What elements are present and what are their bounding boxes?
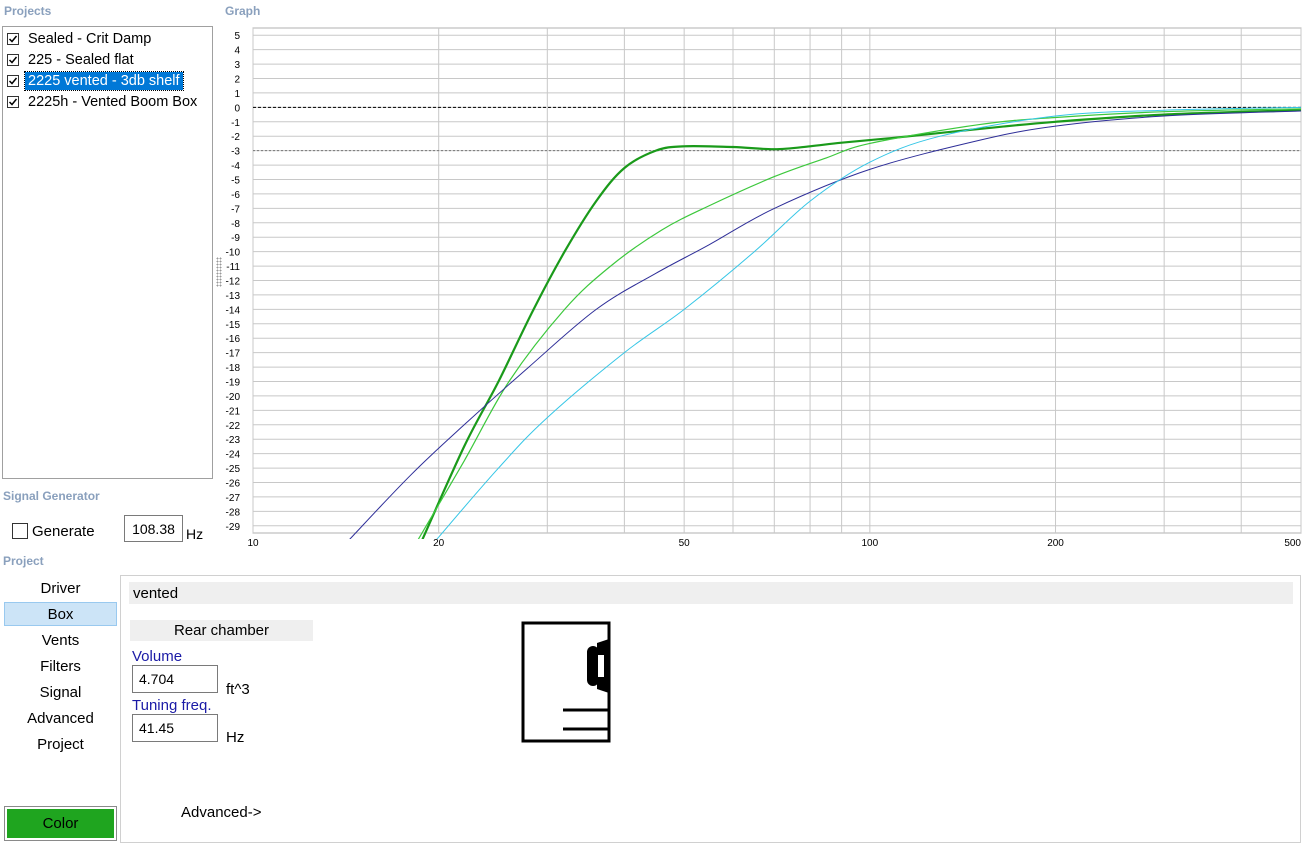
y-tick-label: 0 [234,103,240,114]
box-type-header: vented [129,582,1293,604]
project-label: 2225 vented - 3db shelf [24,71,184,91]
y-tick-label: 4 [234,46,240,57]
y-tick-label: -21 [226,406,241,417]
y-tick-label: 5 [234,31,240,42]
y-tick-label: 1 [234,89,240,100]
project-label: Sealed - Crit Damp [28,31,152,47]
y-tick-label: -10 [226,248,241,259]
y-tick-label: -27 [226,493,241,504]
y-tick-label: -22 [226,421,241,432]
y-tick-label: -2 [231,132,240,143]
project-item[interactable]: 2225h - Vented Boom Box [7,92,200,112]
signal-generator-section-title: Signal Generator [3,489,100,503]
nav-filters[interactable]: Filters [4,654,117,678]
y-tick-label: -15 [226,320,241,331]
y-tick-label: -29 [226,522,241,533]
volume-label: Volume [132,648,183,665]
y-tick-label: -24 [226,450,241,461]
y-tick-label: -4 [231,161,240,172]
frequency-input[interactable] [124,515,183,542]
nav-advanced[interactable]: Advanced [4,706,117,730]
project-checkbox[interactable] [7,54,19,66]
y-tick-label: -26 [226,479,241,490]
nav-box[interactable]: Box [4,602,117,626]
tuning-freq-input[interactable] [132,714,218,742]
projects-section-title: Projects [4,4,52,18]
project-item[interactable]: Sealed - Crit Damp [7,29,154,49]
frequency-response-graph[interactable]: 543210-1-2-3-4-5-6-7-8-9-10-11-12-13-14-… [220,20,1302,555]
project-item-selected[interactable]: 2225 vented - 3db shelf [7,71,184,91]
project-label: 2225h - Vented Boom Box [28,94,198,110]
y-tick-label: -5 [231,176,240,187]
x-tick-label: 20 [433,538,445,549]
y-tick-label: -19 [226,378,241,389]
projects-list[interactable]: Sealed - Crit Damp 225 - Sealed flat 222… [2,26,213,479]
y-tick-label: -23 [226,435,241,446]
y-tick-label: -8 [231,219,240,230]
y-tick-label: -9 [231,233,240,244]
y-tick-label: -14 [226,305,241,316]
x-tick-label: 50 [679,538,691,549]
color-button-label: Color [7,809,114,838]
project-section-title: Project [3,554,44,568]
nav-vents[interactable]: Vents [4,628,117,652]
x-tick-label: 200 [1047,538,1064,549]
project-label: 225 - Sealed flat [28,52,134,68]
volume-unit: ft^3 [226,681,250,698]
generate-label: Generate [32,523,95,540]
x-tick-label: 500 [1284,538,1301,549]
project-checkbox[interactable] [7,33,19,45]
y-tick-label: -16 [226,334,241,345]
tuning-freq-label: Tuning freq. [132,697,212,714]
y-tick-label: -6 [231,190,240,201]
volume-input[interactable] [132,665,218,693]
y-tick-label: -1 [231,118,240,129]
project-item[interactable]: 225 - Sealed flat [7,50,137,70]
y-tick-label: -18 [226,363,241,374]
y-tick-label: -13 [226,291,241,302]
frequency-unit: Hz [186,526,204,542]
y-tick-label: -3 [231,147,240,158]
graph-section-title: Graph [225,4,261,18]
y-tick-label: -7 [231,204,240,215]
x-tick-label: 100 [862,538,879,549]
y-tick-label: 2 [234,75,240,86]
project-checkbox[interactable] [7,75,19,87]
y-tick-label: -17 [226,349,241,360]
tuning-freq-unit: Hz [226,729,245,746]
y-tick-label: 3 [234,60,240,71]
generate-checkbox[interactable] [12,523,28,539]
y-tick-label: -20 [226,392,241,403]
rear-chamber-button[interactable]: Rear chamber [130,620,313,641]
y-tick-label: -11 [226,262,240,273]
project-checkbox[interactable] [7,96,19,108]
y-tick-label: -28 [226,507,241,518]
nav-driver[interactable]: Driver [4,576,117,600]
color-button[interactable]: Color [4,806,117,841]
box-settings-panel: vented Rear chamber Volume ft^3 Tuning f… [120,575,1301,843]
advanced-link[interactable]: Advanced-> [181,804,261,821]
y-tick-label: -25 [226,464,241,475]
nav-project[interactable]: Project [4,732,117,756]
nav-signal[interactable]: Signal [4,680,117,704]
vented-box-diagram [521,621,611,743]
x-tick-label: 10 [247,538,259,549]
y-tick-label: -12 [226,277,241,288]
